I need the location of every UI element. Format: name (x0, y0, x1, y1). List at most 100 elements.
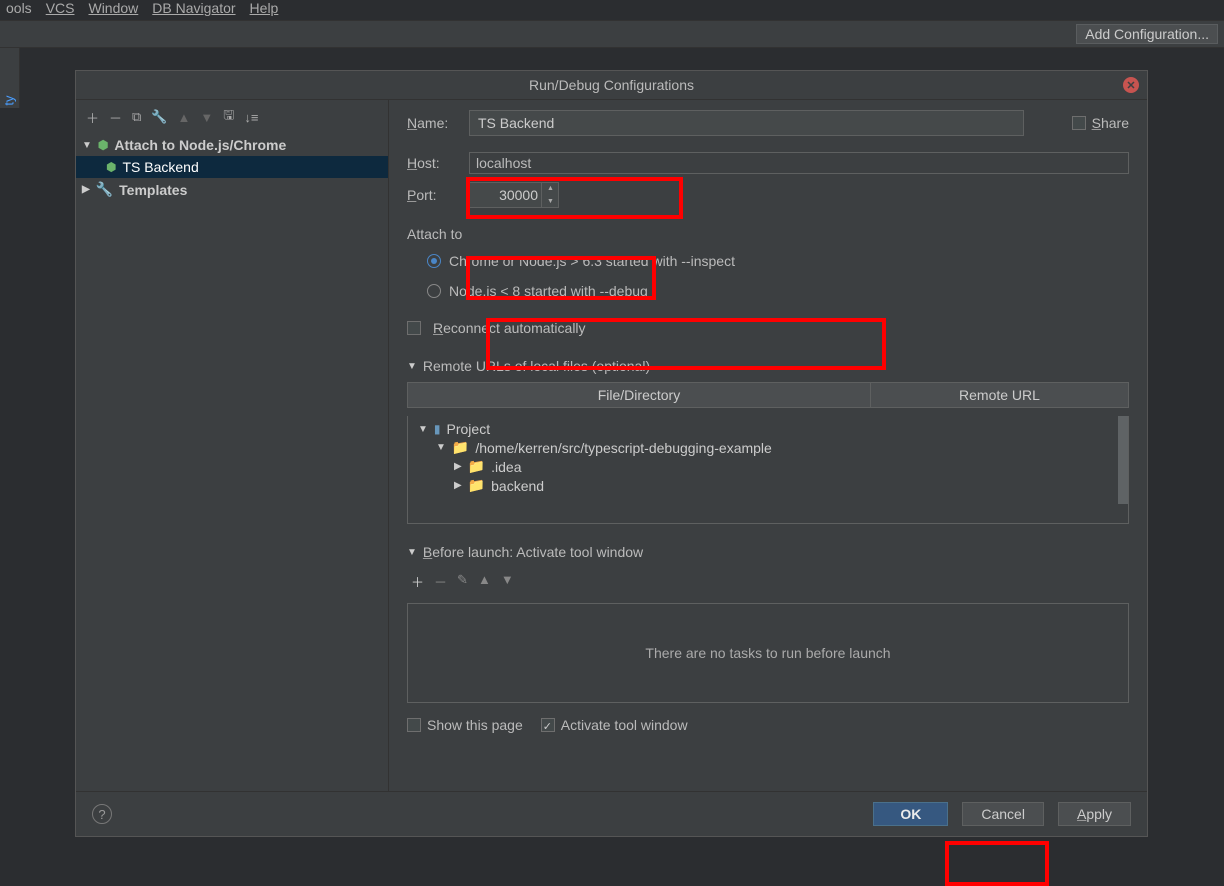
chevron-down-icon: ▼ (407, 361, 417, 372)
down-icon: ▼ (501, 572, 514, 591)
menu-help[interactable]: Help (250, 0, 279, 14)
host-label: Host: (407, 155, 457, 171)
dialog-footer: ? OK Cancel Apply (76, 791, 1147, 836)
show-page-checkbox[interactable] (407, 718, 421, 732)
left-strip-label: ty (2, 95, 17, 105)
file-tree-root: /home/kerren/src/typescript-debugging-ex… (475, 440, 771, 456)
menu-dbnav[interactable]: DB Navigator (152, 0, 235, 14)
host-input-wrap[interactable]: localhost (469, 152, 1129, 174)
main-toolbar: Add Configuration... (0, 20, 1224, 48)
save-icon[interactable]: 🖫 (223, 106, 234, 128)
project-icon: ▮ (434, 422, 441, 436)
menu-vcs[interactable]: VCS (46, 0, 75, 14)
dialog-titlebar: Run/Debug Configurations ✕ (76, 71, 1147, 100)
copy-icon[interactable]: ⧉ (132, 109, 141, 125)
chevron-right-icon: ▶ (82, 184, 90, 195)
name-label: Name: (407, 115, 457, 131)
sort-icon[interactable]: ↓≡ (244, 110, 258, 125)
radio-icon[interactable] (427, 284, 441, 298)
file-tree[interactable]: ▼ ▮ Project ▼ 📁 /home/kerren/src/typescr… (407, 416, 1129, 524)
file-tree-item: .idea (491, 459, 521, 475)
name-row: Name: Share (407, 110, 1129, 136)
dialog-title-text: Run/Debug Configurations (529, 77, 694, 93)
down-icon[interactable]: ▼ (200, 110, 213, 125)
host-value: localhost (476, 155, 531, 171)
tree-templates[interactable]: ▶ 🔧 Templates (76, 178, 388, 201)
radio1-label: Chrome or Node.js > 6.3 started with --i… (449, 253, 735, 269)
reconnect-checkbox[interactable] (407, 321, 421, 335)
no-tasks-label: There are no tasks to run before launch (645, 645, 890, 661)
remove-icon: － (434, 572, 447, 591)
templates-label: Templates (119, 182, 187, 198)
main-menubar: ools VCS Window DB Navigator Help (0, 0, 1224, 14)
wrench-icon[interactable]: 🔧 (151, 109, 167, 125)
port-row: Port: ▲ ▼ (407, 182, 1129, 208)
nodejs-icon: ⬢ (106, 160, 116, 174)
bottom-checks: Show this page Activate tool window (407, 717, 1129, 733)
remote-urls-section[interactable]: ▼ Remote URLs of local files (optional) (407, 358, 1129, 374)
remote-table-header: File/Directory Remote URL (407, 382, 1129, 408)
highlight-ok (945, 841, 1049, 886)
tree-config-type[interactable]: ▼ ⬢ Attach to Node.js/Chrome (76, 134, 388, 156)
show-page-row[interactable]: Show this page (407, 717, 523, 733)
col-file-directory[interactable]: File/Directory (408, 383, 871, 407)
port-label: Port: (407, 187, 457, 203)
chevron-down-icon: ▼ (407, 547, 417, 558)
config-tree: ▼ ⬢ Attach to Node.js/Chrome ⬢ TS Backen… (76, 134, 388, 791)
dialog-left-panel: ＋ － ⧉ 🔧 ▲ ▼ 🖫 ↓≡ ▼ ⬢ Attach to Node.js/C… (76, 100, 389, 791)
apply-button[interactable]: Apply (1058, 802, 1131, 826)
before-launch-toolbar: ＋ － ✎ ▲ ▼ (407, 568, 1129, 595)
chevron-down-icon[interactable]: ▼ (418, 424, 428, 435)
menu-window[interactable]: Window (88, 0, 138, 14)
run-debug-dialog: Run/Debug Configurations ✕ ＋ － ⧉ 🔧 ▲ ▼ 🖫… (75, 70, 1148, 837)
close-icon[interactable]: ✕ (1123, 77, 1139, 93)
reconnect-label: Reconnect automatically (433, 320, 586, 336)
col-remote-url[interactable]: Remote URL (871, 383, 1128, 407)
chevron-right-icon[interactable]: ▶ (454, 461, 462, 472)
port-spinner[interactable]: ▲ ▼ (541, 182, 559, 208)
help-icon[interactable]: ? (92, 804, 112, 824)
host-row: Host: localhost (407, 152, 1129, 174)
radio2-label: Node.js < 8 started with --debug (449, 283, 648, 299)
dialog-right-panel: Name: Share Host: localhost Port: ▲ (389, 100, 1147, 791)
edit-icon: ✎ (457, 572, 468, 591)
chevron-right-icon[interactable]: ▶ (454, 480, 462, 491)
nodejs-icon: ⬢ (98, 138, 108, 152)
share-label: Share (1092, 115, 1129, 131)
before-launch-tasks: There are no tasks to run before launch (407, 603, 1129, 703)
ok-button[interactable]: OK (873, 802, 948, 826)
chevron-down-icon[interactable]: ▼ (436, 442, 446, 453)
add-icon[interactable]: ＋ (411, 572, 424, 591)
radio-chrome-nodejs[interactable]: Chrome or Node.js > 6.3 started with --i… (407, 250, 1129, 272)
spinner-down-icon[interactable]: ▼ (542, 195, 559, 208)
up-icon: ▲ (478, 572, 491, 591)
activate-tool-label: Activate tool window (561, 717, 688, 733)
folder-icon: 📁 (452, 439, 469, 456)
name-input[interactable] (469, 110, 1024, 136)
radio-icon[interactable] (427, 254, 441, 268)
file-tree-project: Project (447, 421, 491, 437)
activate-tool-checkbox[interactable] (541, 718, 555, 732)
add-icon[interactable]: ＋ (86, 108, 99, 127)
menu-tools[interactable]: ools (6, 0, 32, 14)
up-icon[interactable]: ▲ (178, 110, 191, 125)
config-toolbar: ＋ － ⧉ 🔧 ▲ ▼ 🖫 ↓≡ (76, 100, 388, 134)
wrench-icon: 🔧 (96, 181, 113, 198)
before-launch-section[interactable]: ▼ Before launch: Activate tool window (407, 544, 1129, 560)
remote-urls-label: Remote URLs of local files (optional) (423, 358, 650, 374)
file-tree-scrollbar[interactable] (1118, 416, 1128, 523)
config-type-label: Attach to Node.js/Chrome (114, 137, 286, 153)
remove-icon[interactable]: － (109, 108, 122, 127)
activate-tool-row[interactable]: Activate tool window (541, 717, 688, 733)
reconnect-row[interactable]: Reconnect automatically (407, 320, 1129, 336)
tree-config-item[interactable]: ⬢ TS Backend (76, 156, 388, 178)
cancel-button[interactable]: Cancel (962, 802, 1044, 826)
folder-icon: 📁 (468, 458, 485, 475)
add-configuration-button[interactable]: Add Configuration... (1076, 24, 1218, 44)
left-tool-strip[interactable]: ty (0, 48, 20, 108)
before-launch-label: Before launch: Activate tool window (423, 544, 643, 560)
share-checkbox[interactable] (1072, 116, 1086, 130)
radio-nodejs-debug[interactable]: Node.js < 8 started with --debug (407, 280, 1129, 302)
file-tree-item: backend (491, 478, 544, 494)
spinner-up-icon[interactable]: ▲ (542, 182, 559, 195)
